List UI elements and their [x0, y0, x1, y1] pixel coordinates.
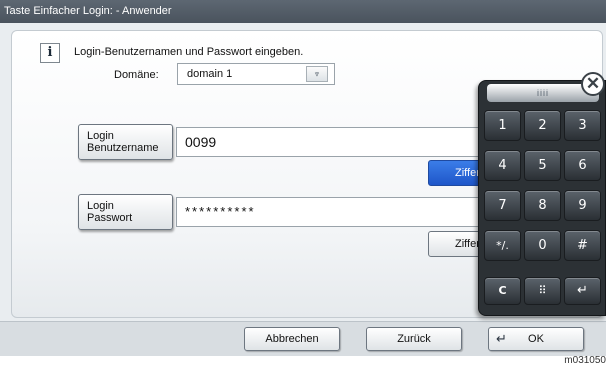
- title-separator: -: [115, 5, 120, 17]
- password-input[interactable]: **********: [176, 197, 486, 227]
- key-6[interactable]: 6: [564, 150, 601, 181]
- chevron-down-icon[interactable]: ⩔: [306, 66, 328, 82]
- password-label-button[interactable]: Login Passwort: [78, 194, 173, 230]
- key-9[interactable]: 9: [564, 190, 601, 221]
- domain-label: Domäne:: [114, 69, 159, 81]
- key-4[interactable]: 4: [484, 150, 521, 181]
- domain-value: domain 1: [187, 68, 233, 80]
- key-5[interactable]: 5: [524, 150, 561, 181]
- footer-bar: Abbrechen Zurück ↵ OK: [0, 321, 606, 356]
- password-label-line2: Passwort: [87, 212, 133, 224]
- figure-caption: m031050: [564, 355, 606, 366]
- key-3[interactable]: 3: [564, 110, 601, 141]
- username-label-line2: Benutzername: [87, 142, 159, 154]
- key-clear[interactable]: C: [484, 277, 521, 305]
- password-label-line1: Login: [87, 200, 114, 212]
- title-bar: Taste Einfacher Login: - Anwender: [0, 0, 606, 23]
- key-0[interactable]: 0: [524, 230, 561, 261]
- login-screen: Taste Einfacher Login: - Anwender i Logi…: [0, 0, 606, 356]
- title-user: Anwender: [122, 5, 172, 17]
- username-input[interactable]: 0099: [176, 127, 486, 157]
- key-7[interactable]: 7: [484, 190, 521, 221]
- domain-select[interactable]: domain 1 ⩔: [177, 63, 335, 85]
- key-star-slash-dot[interactable]: */.: [484, 230, 521, 261]
- numeric-keypad: iiii 1 2 3 4 5 6 7 8 9 */. 0 # C ⠿ ↵: [478, 80, 606, 316]
- info-message: Login-Benutzernamen und Passwort eingebe…: [74, 46, 304, 58]
- title-text: Taste Einfacher Login:: [4, 5, 113, 17]
- close-icon[interactable]: ✕: [581, 72, 605, 96]
- key-2[interactable]: 2: [524, 110, 561, 141]
- keyboard-grid-icon[interactable]: ⠿: [524, 277, 561, 305]
- password-numeric-keys-button[interactable]: Zifferntasten: [428, 231, 484, 257]
- username-numeric-keys-button[interactable]: Zifferntasten: [428, 160, 484, 186]
- username-label-button[interactable]: Login Benutzername: [78, 124, 173, 160]
- username-label-line1: Login: [87, 130, 114, 142]
- key-1[interactable]: 1: [484, 110, 521, 141]
- key-8[interactable]: 8: [524, 190, 561, 221]
- ok-label: OK: [528, 333, 544, 345]
- enter-key-icon[interactable]: ↵: [564, 277, 601, 305]
- key-hash[interactable]: #: [564, 230, 601, 261]
- cancel-button[interactable]: Abbrechen: [244, 327, 340, 351]
- enter-icon: ↵: [496, 331, 507, 346]
- ok-button[interactable]: ↵ OK: [488, 327, 584, 351]
- back-button[interactable]: Zurück: [366, 327, 462, 351]
- info-icon: i: [40, 43, 60, 63]
